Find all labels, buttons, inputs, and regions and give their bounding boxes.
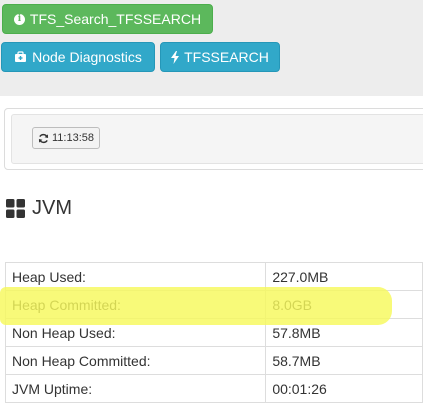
jvm-section-title: JVM	[32, 196, 72, 219]
stat-label: Heap Used:	[4, 262, 267, 291]
grid-icon	[6, 199, 25, 218]
node-diagnostics-button-label: Node Diagnostics	[32, 49, 142, 65]
tfs-search-button-label: TFS_Search_TFSSEARCH	[29, 11, 202, 27]
refresh-time-label: 11:13:58	[51, 132, 94, 144]
tfssearch-button-label: TFSSEARCH	[184, 49, 269, 65]
table-row: Heap Used: 227.0MB	[4, 262, 423, 291]
refresh-well: 11:13:58	[11, 114, 423, 164]
stat-value: 00:01:26	[265, 374, 423, 403]
table-row: Non Heap Used: 57.8MB	[4, 318, 423, 347]
info-icon: i	[13, 13, 25, 25]
stethoscope-icon	[15, 51, 27, 62]
stat-label: Non Heap Committed:	[4, 346, 267, 375]
stat-label: Heap Committed:	[4, 290, 267, 319]
stat-value: 227.0MB	[265, 262, 423, 291]
refresh-panel: 11:13:58	[4, 108, 423, 170]
stat-value: 8.0GB	[265, 290, 423, 319]
bolt-icon	[171, 50, 180, 64]
stat-label: Non Heap Used:	[4, 318, 267, 347]
stat-label: JVM Uptime:	[4, 374, 267, 403]
refresh-icon	[38, 133, 49, 143]
node-diagnostics-button[interactable]: Node Diagnostics	[1, 42, 155, 72]
table-row: Heap Committed: 8.0GB	[4, 290, 423, 319]
jvm-stats-table: Heap Used: 227.0MB Heap Committed: 8.0GB…	[4, 262, 423, 403]
table-row: Non Heap Committed: 58.7MB	[4, 346, 423, 375]
stat-value: 57.8MB	[265, 318, 423, 347]
stat-value: 58.7MB	[265, 346, 423, 375]
tfs-search-button[interactable]: i TFS_Search_TFSSEARCH	[2, 4, 213, 34]
table-row: JVM Uptime: 00:01:26	[4, 374, 423, 403]
refresh-time-button[interactable]: 11:13:58	[32, 127, 100, 149]
tfssearch-button[interactable]: TFSSEARCH	[160, 42, 280, 72]
jvm-section-heading: JVM	[6, 194, 72, 222]
